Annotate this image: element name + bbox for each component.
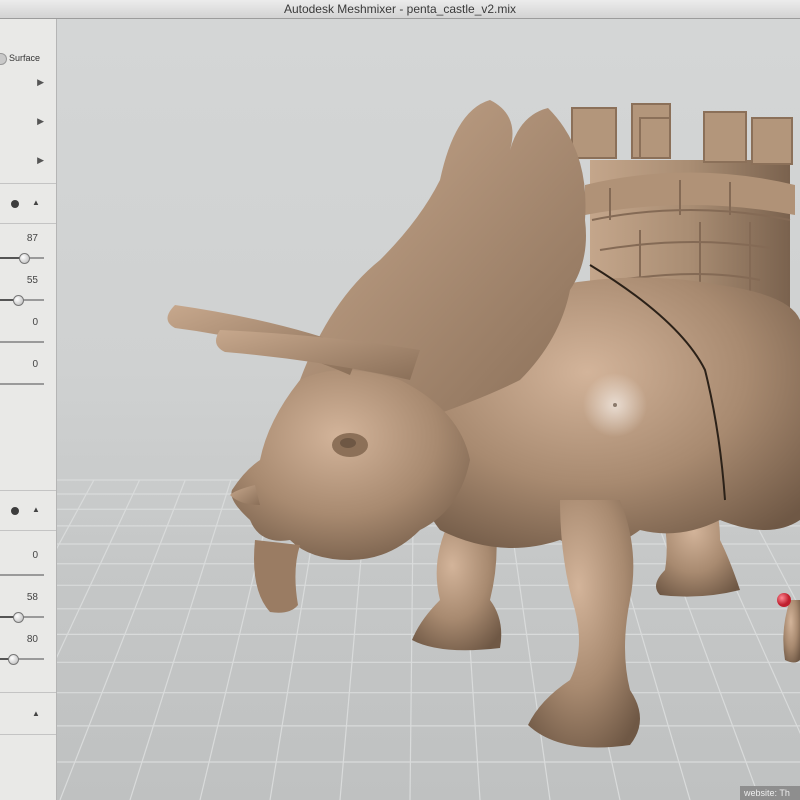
scene-canvas[interactable] bbox=[0, 19, 800, 800]
refine-settings-section: ▲ 0 58 80 bbox=[0, 492, 56, 693]
slider-thumb[interactable] bbox=[12, 295, 24, 306]
window-title: Autodesk Meshmixer - penta_castle_v2.mix bbox=[0, 0, 800, 19]
surface-icon bbox=[0, 53, 7, 65]
menu-section: ▶ ▶ ▶ bbox=[0, 65, 56, 184]
triangle-up-icon: ▲ bbox=[32, 505, 40, 514]
slider-thumb[interactable] bbox=[8, 654, 20, 665]
slider-row[interactable]: 58 bbox=[0, 586, 56, 624]
slider-track[interactable] bbox=[0, 383, 44, 385]
triangle-up-icon: ▲ bbox=[32, 709, 40, 718]
slider-thumb[interactable] bbox=[12, 612, 24, 623]
surface-label: Surface bbox=[9, 53, 41, 63]
triangle-right-icon: ▶ bbox=[37, 155, 44, 165]
slider-track[interactable] bbox=[0, 253, 44, 264]
slider-row[interactable]: 87 bbox=[0, 227, 56, 265]
slider-row[interactable]: 55 bbox=[0, 269, 56, 307]
slider-track[interactable] bbox=[0, 654, 44, 665]
slider-thumb[interactable] bbox=[19, 253, 31, 264]
slider-value: 87 bbox=[26, 233, 38, 244]
slider-track[interactable] bbox=[0, 612, 44, 623]
section-header[interactable]: ▲ bbox=[0, 492, 56, 531]
slider-track[interactable] bbox=[0, 574, 44, 576]
section-header[interactable]: ▲ bbox=[0, 185, 56, 224]
slider-row[interactable]: 0 bbox=[0, 353, 56, 391]
3d-viewport[interactable] bbox=[0, 19, 800, 800]
slider-row[interactable]: 80 bbox=[0, 628, 56, 666]
collapsed-section[interactable]: ▲ bbox=[0, 694, 56, 735]
slider-row[interactable]: 0 bbox=[0, 544, 56, 582]
tool-panel: Surface ▶ ▶ ▶ ▲ 87 55 0 0 ▲ 0 58 80 ▲ bbox=[0, 19, 57, 800]
slider-value: 58 bbox=[26, 592, 38, 603]
dot-icon bbox=[11, 507, 19, 515]
menu-row-1[interactable]: ▶ bbox=[0, 65, 56, 103]
slider-row[interactable]: 0 bbox=[0, 311, 56, 349]
slider-track[interactable] bbox=[0, 295, 44, 306]
slider-value: 0 bbox=[32, 550, 38, 561]
brush-settings-section: ▲ 87 55 0 0 bbox=[0, 185, 56, 491]
menu-row-3[interactable]: ▶ bbox=[0, 143, 56, 181]
triangle-right-icon: ▶ bbox=[37, 116, 44, 126]
dot-icon bbox=[11, 200, 19, 208]
slider-value: 80 bbox=[26, 634, 38, 645]
triangle-right-icon: ▶ bbox=[37, 77, 44, 87]
slider-value: 0 bbox=[32, 359, 38, 370]
menu-row-2[interactable]: ▶ bbox=[0, 104, 56, 142]
dino-beak bbox=[254, 540, 300, 613]
slider-value: 55 bbox=[26, 275, 38, 286]
slider-value: 0 bbox=[32, 317, 38, 328]
pivot-marker[interactable] bbox=[777, 593, 791, 607]
watermark-text: website: Th bbox=[740, 786, 800, 800]
triangle-up-icon: ▲ bbox=[32, 198, 40, 207]
slider-track[interactable] bbox=[0, 341, 44, 343]
